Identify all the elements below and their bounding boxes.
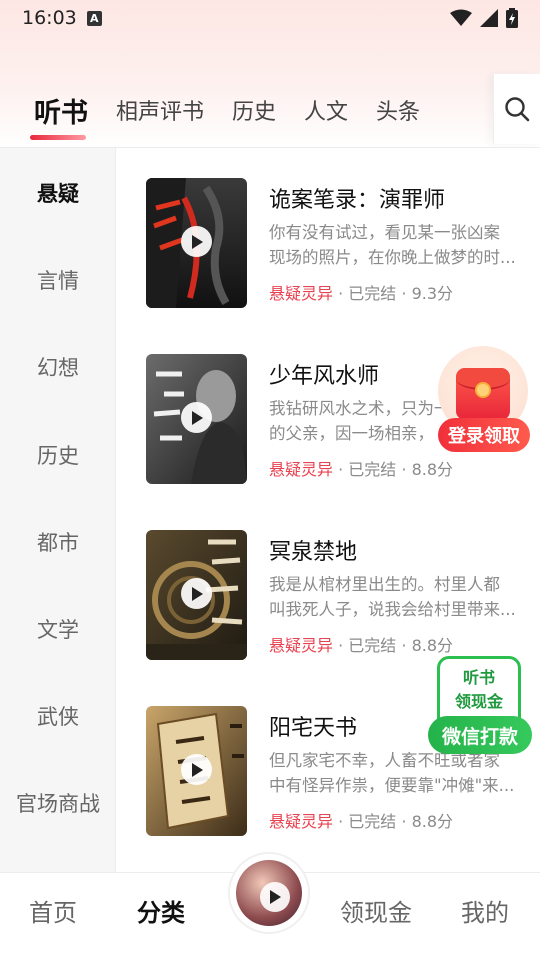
tab-crosstalk-storytelling[interactable]: 相声评书 [116, 92, 204, 126]
login-claim-button[interactable]: 登录领取 [438, 418, 530, 452]
book-meta: 悬疑灵异 · 已完结 · 8.8分 [269, 632, 453, 656]
tab-listen-books[interactable]: 听书 [30, 89, 88, 140]
nav-claim-cash[interactable]: 领现金 [340, 893, 412, 928]
sidebar-item-history[interactable]: 历史 [0, 440, 116, 470]
book-score: 8.8分 [411, 812, 454, 831]
wifi-icon [450, 9, 472, 26]
book-cover[interactable] [146, 530, 247, 660]
now-playing-disc[interactable] [230, 854, 308, 932]
sidebar-item-fantasy[interactable]: 幻想 [0, 352, 116, 382]
sidebar-item-martial-arts[interactable]: 武侠 [0, 701, 116, 731]
book-cover[interactable] [146, 178, 247, 308]
book-genre: 悬疑灵异 [269, 636, 334, 655]
coin-icon [475, 382, 491, 398]
book-description-line: 你有没有试过，看见某一张凶案 [269, 223, 500, 242]
sidebar-item-officialdom-business[interactable]: 官场商战 [0, 788, 116, 818]
book-item[interactable]: 诡案笔录：演罪师 你有没有试过，看见某一张凶案 现场的照片，在你晚上做梦的时..… [117, 148, 540, 318]
wechat-cash-line2: 领现金 [454, 692, 503, 711]
tab-humanities[interactable]: 人文 [304, 92, 348, 126]
book-description-line: 叫我死人子，说我会给村里带来... [269, 600, 516, 619]
status-icons [450, 8, 518, 28]
wechat-payout-button[interactable]: 微信打款 [428, 716, 532, 754]
sidebar-item-literature[interactable]: 文学 [0, 614, 116, 644]
book-description: 我是从棺材里出生的。村里人都 叫我死人子，说我会给村里带来... [269, 572, 523, 622]
book-status: · 已完结 · [338, 636, 407, 655]
play-icon[interactable] [260, 882, 290, 912]
book-status: · 已完结 · [338, 812, 407, 831]
play-icon[interactable] [181, 402, 212, 433]
book-title[interactable]: 阳宅天书 [269, 710, 357, 742]
top-tab-bar: 听书 相声评书 历史 人文 头条 [0, 74, 492, 144]
sidebar-item-suspense[interactable]: 悬疑 [0, 178, 116, 208]
search-button[interactable] [493, 74, 540, 144]
signal-icon [480, 9, 498, 27]
book-score: 8.8分 [411, 460, 454, 479]
book-status: · 已完结 · [338, 284, 407, 303]
nav-home[interactable]: 首页 [29, 893, 77, 928]
status-time: 16:03 [22, 7, 77, 29]
book-meta: 悬疑灵异 · 已完结 · 9.3分 [269, 280, 453, 304]
book-description-line: 中有怪异作祟，便要靠"冲傩"来... [269, 776, 515, 795]
book-cover[interactable] [146, 354, 247, 484]
book-title[interactable]: 少年风水师 [269, 358, 379, 390]
status-bar: 16:03 A [0, 0, 540, 36]
play-icon[interactable] [181, 226, 212, 257]
tab-headlines[interactable]: 头条 [376, 92, 420, 126]
wechat-cash-line1: 听书 [462, 668, 495, 687]
search-icon [505, 97, 530, 122]
category-sidebar: 悬疑 言情 幻想 历史 都市 文学 武侠 官场商战 [0, 148, 116, 872]
book-genre: 悬疑灵异 [269, 284, 334, 303]
book-item[interactable]: 冥泉禁地 我是从棺材里出生的。村里人都 叫我死人子，说我会给村里带来... 悬疑… [117, 500, 540, 670]
book-description-line: 现场的照片，在你晚上做梦的时... [269, 248, 516, 267]
book-description-line: 我是从棺材里出生的。村里人都 [269, 575, 500, 594]
nav-mine[interactable]: 我的 [461, 893, 509, 928]
sidebar-item-romance[interactable]: 言情 [0, 265, 116, 295]
book-genre: 悬疑灵异 [269, 812, 334, 831]
battery-icon [506, 8, 518, 28]
wechat-cash-widget[interactable]: 听书 领现金 微信打款 [428, 656, 532, 756]
book-title[interactable]: 冥泉禁地 [269, 534, 357, 566]
book-cover[interactable] [146, 706, 247, 836]
book-description: 你有没有试过，看见某一张凶案 现场的照片，在你晚上做梦的时... [269, 220, 523, 270]
book-score: 8.8分 [411, 636, 454, 655]
now-playing-cover [236, 860, 302, 926]
book-status: · 已完结 · [338, 460, 407, 479]
book-meta: 悬疑灵异 · 已完结 · 8.8分 [269, 808, 453, 832]
nav-category[interactable]: 分类 [137, 893, 185, 928]
book-score: 9.3分 [411, 284, 454, 303]
book-meta: 悬疑灵异 · 已完结 · 8.8分 [269, 456, 453, 480]
red-packet-widget[interactable]: 登录领取 [436, 346, 530, 456]
sidebar-item-urban[interactable]: 都市 [0, 527, 116, 557]
book-title[interactable]: 诡案笔录：演罪师 [269, 182, 445, 214]
book-genre: 悬疑灵异 [269, 460, 334, 479]
play-icon[interactable] [181, 578, 212, 609]
red-packet-icon[interactable] [456, 368, 510, 420]
play-icon[interactable] [181, 754, 212, 785]
tab-history[interactable]: 历史 [232, 92, 276, 126]
notification-icon: A [86, 10, 102, 26]
